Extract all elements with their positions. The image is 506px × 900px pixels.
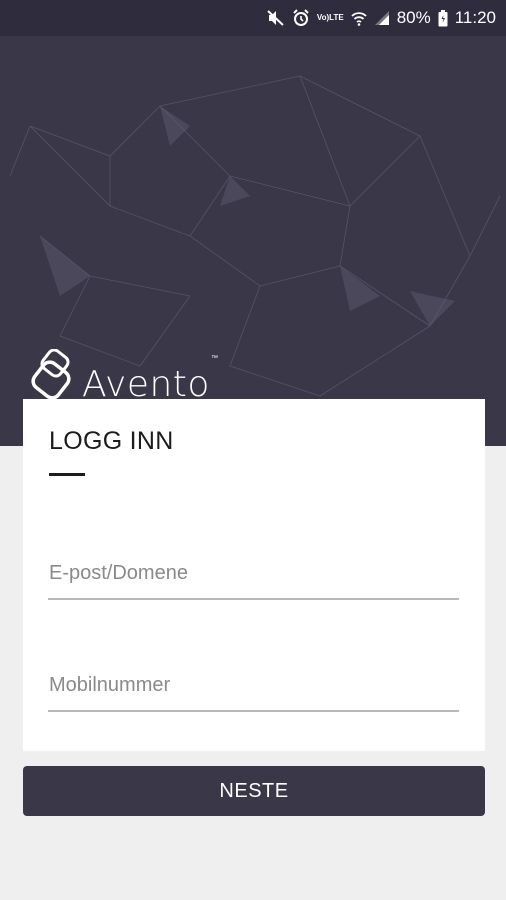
volte-icon: Vo) LTE [317,14,344,22]
battery-icon [438,9,448,27]
phone-field[interactable] [48,666,459,712]
battery-percentage: 80% [396,8,431,27]
clock: 11:20 [454,8,496,27]
lte-label: LTE [329,13,344,22]
avento-logo-icon [31,349,71,400]
brand-logo: Avento ™ [30,349,218,403]
wifi-icon [351,10,367,26]
mute-icon [267,10,285,26]
title-underline [49,473,85,476]
brand-trademark: ™ [210,355,218,362]
alarm-icon [292,9,310,27]
email-field[interactable] [48,554,459,600]
hero-banner: Avento ™ [0,36,506,446]
volte-label: Vo) [316,13,330,22]
status-bar: Vo) LTE 80% 11:20 [0,0,506,36]
login-card: LOGG INN [23,399,485,751]
brand-name: Avento [82,364,210,405]
login-title: LOGG INN [49,427,174,455]
next-button[interactable]: NESTE [23,766,485,816]
signal-icon [374,10,390,26]
